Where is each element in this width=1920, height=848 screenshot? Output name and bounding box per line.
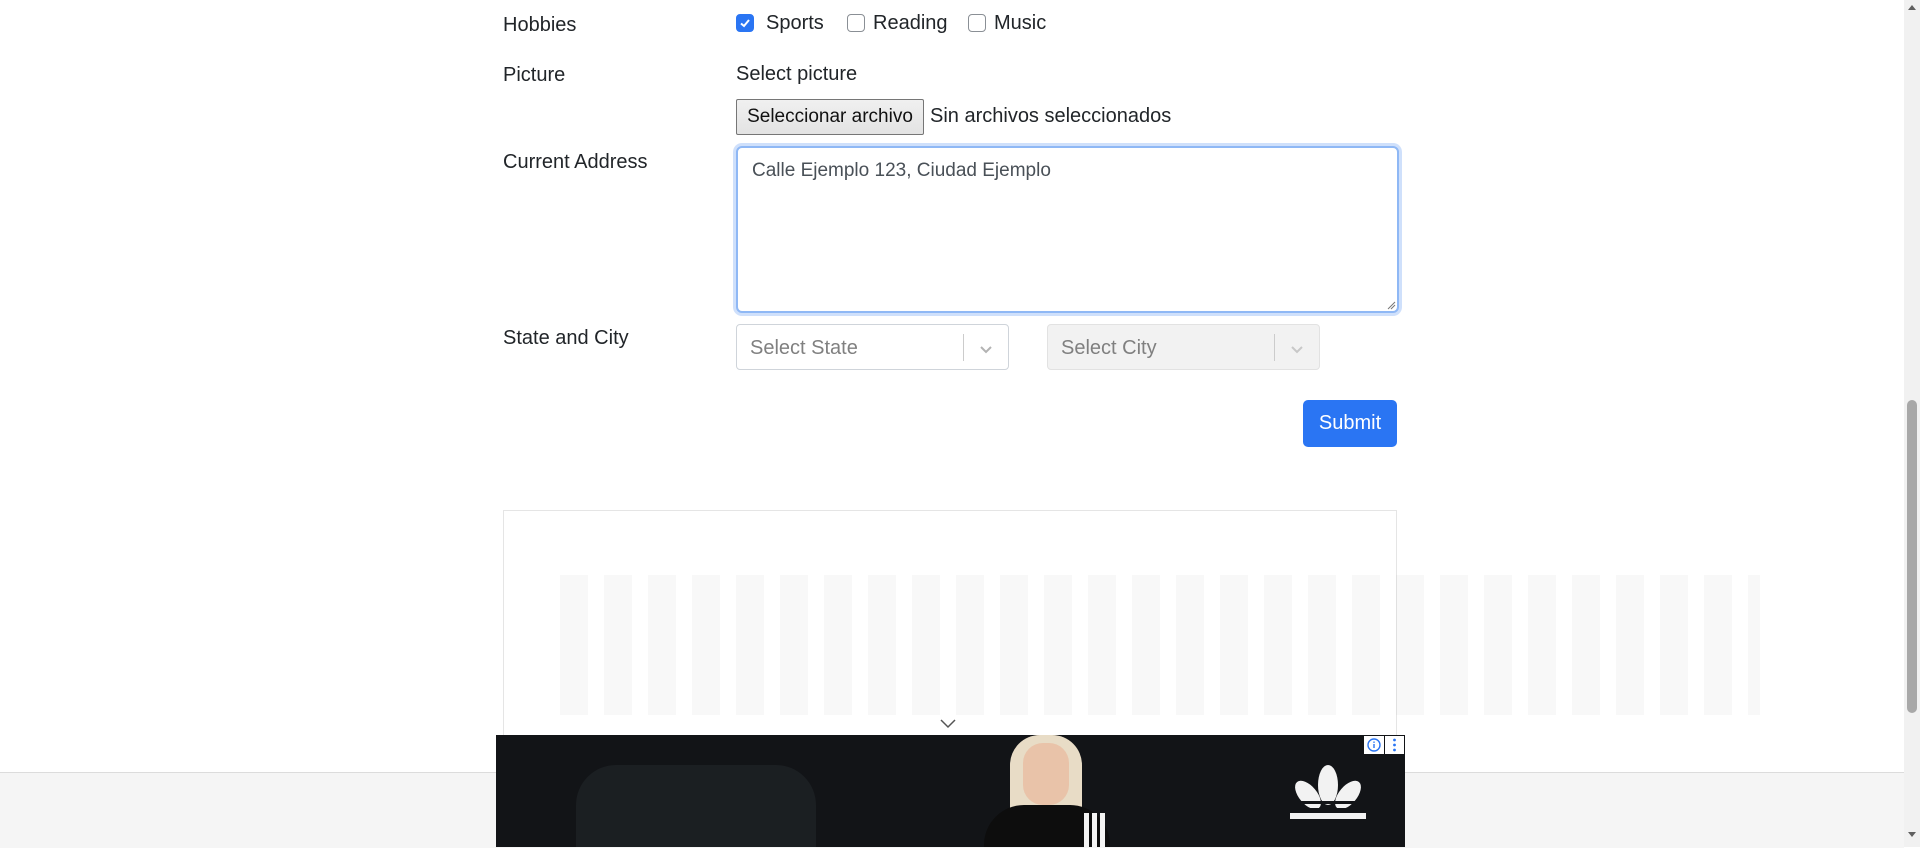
ad-ghost-background <box>560 575 1760 715</box>
jacket-stripe <box>1084 813 1089 847</box>
scroll-thumb[interactable] <box>1907 400 1917 713</box>
scroll-down-icon[interactable] <box>1908 832 1916 838</box>
file-status: Sin archivos seleccionados <box>930 105 1172 127</box>
reading-label[interactable]: Reading <box>873 12 948 35</box>
chevron-down-icon[interactable] <box>976 339 996 359</box>
music-label[interactable]: Music <box>994 12 1046 35</box>
ad-info-icon[interactable] <box>1364 736 1384 754</box>
adidas-trefoil-logo-icon <box>1290 765 1366 819</box>
ad-menu-icon[interactable] <box>1385 736 1404 754</box>
music-checkbox[interactable] <box>968 14 986 32</box>
state-select[interactable]: Select State <box>736 324 1009 370</box>
shoe-image <box>576 765 816 847</box>
model-face <box>1023 743 1069 805</box>
ad-banner[interactable] <box>496 735 1405 847</box>
current-address-textarea[interactable] <box>736 146 1399 313</box>
sports-label[interactable]: Sports <box>766 12 824 35</box>
jacket-stripe <box>1100 813 1105 847</box>
resize-grip-icon[interactable] <box>1386 300 1396 310</box>
state-placeholder: Select State <box>750 337 858 359</box>
city-placeholder: Select City <box>1061 337 1157 359</box>
select-separator <box>1274 334 1275 361</box>
chevron-down-icon[interactable] <box>938 717 958 731</box>
select-separator <box>963 334 964 361</box>
scroll-up-icon[interactable] <box>1908 4 1916 10</box>
page-scrollbar[interactable] <box>1904 0 1920 847</box>
jacket-stripe <box>1092 813 1097 847</box>
submit-button[interactable]: Submit <box>1303 400 1397 447</box>
city-select: Select City <box>1047 324 1320 370</box>
reading-checkbox[interactable] <box>847 14 865 32</box>
select-picture-label: Select picture <box>736 63 858 85</box>
hobbies-label: Hobbies <box>503 14 577 36</box>
state-city-label: State and City <box>503 327 629 349</box>
sports-checkbox[interactable] <box>736 14 754 32</box>
choose-file-button[interactable]: Seleccionar archivo <box>736 99 924 135</box>
chevron-down-icon <box>1291 346 1303 354</box>
picture-label: Picture <box>503 64 566 86</box>
current-address-label: Current Address <box>503 151 648 173</box>
check-icon <box>740 19 750 28</box>
